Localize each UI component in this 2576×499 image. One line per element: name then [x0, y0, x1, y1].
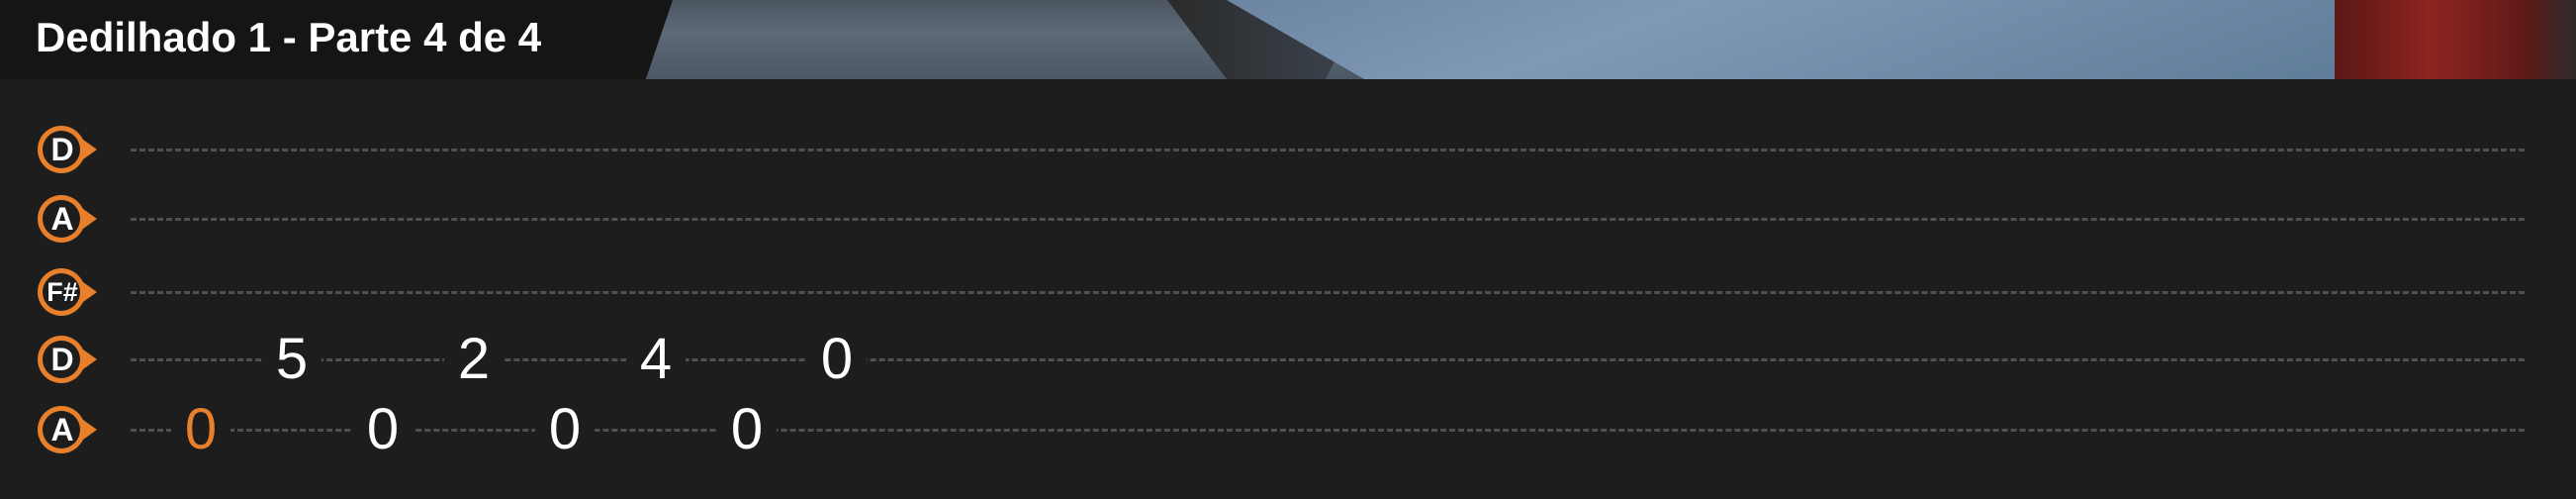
fret-note: 5: [262, 330, 322, 389]
fret-note: 0: [717, 400, 777, 459]
video-preview[interactable]: Dedilhado 1 - Parte 4 de 4: [0, 0, 2576, 79]
string-tuning-badge: F#: [38, 265, 97, 319]
fret-note: 4: [626, 330, 686, 389]
fret-note: 0: [353, 400, 413, 459]
string-label: F#: [46, 277, 78, 307]
string-row-3: F#: [0, 262, 2576, 322]
tab-staff: D A F# D 5 2 4 0 A 0 0 0 0: [0, 79, 2576, 499]
string-tuning-badge: A: [38, 403, 97, 456]
string-row-4: D 5 2 4 0: [0, 330, 2576, 389]
video-frame-background: [2335, 0, 2576, 79]
string-tuning-badge: D: [38, 123, 97, 176]
fret-note: 2: [444, 330, 504, 389]
string-label: D: [50, 132, 74, 167]
fret-note: 0: [807, 330, 867, 389]
video-frame-light-jeans: [1227, 0, 2374, 79]
string-line: [131, 291, 2525, 294]
fret-note-current: 0: [171, 400, 230, 459]
string-label: A: [50, 201, 74, 237]
lesson-title: Dedilhado 1 - Parte 4 de 4: [36, 14, 542, 60]
title-banner: Dedilhado 1 - Parte 4 de 4: [0, 0, 673, 79]
string-label: A: [50, 412, 74, 448]
string-row-5: A 0 0 0 0: [0, 400, 2576, 459]
string-row-1: D: [0, 120, 2576, 179]
string-tuning-badge: A: [38, 192, 97, 246]
string-row-2: A: [0, 189, 2576, 249]
string-line: [131, 149, 2525, 151]
string-label: D: [50, 342, 74, 377]
string-tuning-badge: D: [38, 333, 97, 386]
string-line: [131, 218, 2525, 221]
fret-note: 0: [535, 400, 595, 459]
string-line: [131, 429, 2525, 432]
